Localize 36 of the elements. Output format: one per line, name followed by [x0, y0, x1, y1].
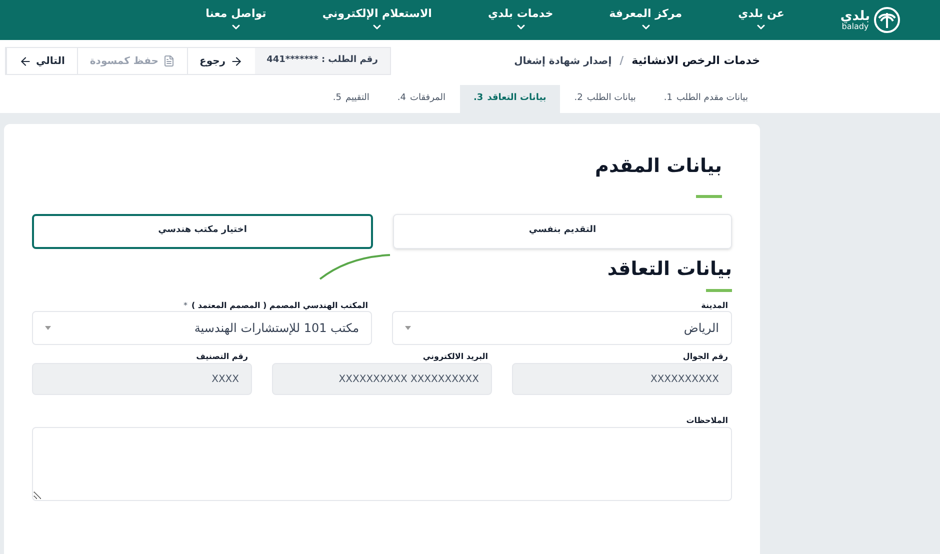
select-field[interactable]: الرياض: [392, 311, 732, 345]
request-number: رقم الطلب : *******441: [254, 48, 390, 74]
arrow-left-icon: [19, 54, 32, 68]
required-mark: *: [183, 300, 188, 312]
field-label: المدينة: [701, 300, 728, 312]
nav-item[interactable]: تواصل معنا: [206, 7, 266, 33]
notes-field[interactable]: [32, 427, 732, 501]
nav-item[interactable]: عن بلدي: [738, 7, 784, 33]
palm-logo-icon: [874, 7, 900, 33]
field-label: المكتب الهندسي المصمم ( المصمم المعتمد ): [191, 300, 368, 312]
nav-item[interactable]: الاستعلام الإلكتروني: [322, 7, 432, 33]
dropdown-caret-icon: [405, 326, 411, 330]
nav-item[interactable]: خدمات بلدي: [488, 7, 554, 33]
breadcrumb-current: إصدار شهادة إشغال: [514, 54, 612, 68]
field-label: الملاحظات: [685, 415, 729, 427]
breadcrumb-link[interactable]: خدمات الرخص الانشائية: [632, 52, 760, 70]
field-label: رقم الجوال: [682, 351, 729, 363]
back-button[interactable]: رجوع: [186, 48, 255, 74]
arrow-right-icon: [230, 54, 243, 68]
option-button[interactable]: اختيار مكتب هندسي: [32, 214, 373, 248]
logo-text: بلدي: [840, 10, 870, 22]
readonly-field: XXXX: [32, 363, 252, 395]
breadcrumb-separator: /: [620, 52, 624, 69]
field-label: البريد الالكتروني: [422, 351, 489, 363]
option-button[interactable]: التقديم بنفسي: [393, 214, 732, 248]
section-title: بيانات التعاقد: [607, 256, 732, 282]
logo-subtext: balady: [842, 22, 869, 30]
readonly-field: XXXXXXXXXX: [512, 363, 732, 395]
readonly-field: XXXXXXXXXX XXXXXXXXXX: [272, 363, 492, 395]
select-field[interactable]: مكتب 101 للإستشارات الهندسية: [32, 311, 372, 345]
next-button[interactable]: التالي: [6, 48, 77, 74]
section-title: بيانات المقدم: [594, 154, 723, 179]
nav-item[interactable]: مركز المعرفة: [609, 7, 682, 33]
document-icon: [162, 55, 174, 67]
dropdown-caret-icon: [45, 326, 51, 330]
field-label: رقم التصنيف: [195, 351, 249, 363]
